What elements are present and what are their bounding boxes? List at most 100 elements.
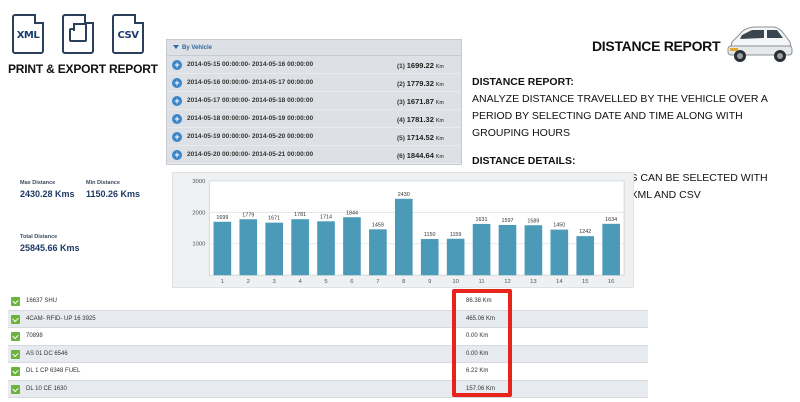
max-distance-value: 2430.28 Kms bbox=[20, 189, 75, 199]
desc1-body: ANALYZE DISTANCE TRAVELLED BY THE VEHICL… bbox=[472, 93, 768, 139]
xml-icon-label: XML bbox=[16, 30, 40, 41]
range-distance: (5) 1714.52 Km bbox=[397, 133, 444, 142]
expand-plus-icon[interactable]: + bbox=[172, 114, 182, 124]
printer-file-icon[interactable] bbox=[62, 14, 94, 54]
bar-data-label: 1631 bbox=[476, 217, 488, 223]
desc1-heading: DISTANCE REPORT: bbox=[472, 76, 574, 88]
x-tick-label: 14 bbox=[556, 279, 563, 285]
report-title: DISTANCE REPORT bbox=[592, 38, 721, 54]
printer-icon bbox=[69, 23, 87, 42]
range-distance: (2) 1779.32 Km bbox=[397, 79, 444, 88]
bar-data-label: 1242 bbox=[579, 229, 591, 235]
vehicle-checkbox[interactable] bbox=[11, 367, 20, 376]
vehicle-table: 16637 SHU 86.38 Km 4CAM- RFID- UP 16 3925 4… bbox=[8, 293, 648, 398]
range-distance-unit: Km bbox=[435, 64, 444, 70]
vehicle-name: DL 1 CP 6348 FUEL bbox=[26, 368, 81, 374]
bar-data-label: 1597 bbox=[501, 218, 513, 224]
bar-data-label: 1714 bbox=[320, 214, 332, 220]
table-row[interactable]: DL 10 CE 1630 157.06 Km bbox=[8, 380, 648, 398]
xml-file-icon[interactable]: XML bbox=[12, 14, 44, 54]
range-label: 2014-05-20 00:00:00- 2014-05-21 00:00:00 bbox=[187, 151, 314, 158]
csv-icon-label: CSV bbox=[117, 30, 139, 41]
vehicle-checkbox[interactable] bbox=[11, 297, 20, 306]
caret-down-icon bbox=[173, 45, 179, 50]
range-distance-value: 1781.32 bbox=[406, 115, 434, 124]
range-distance: (1) 1699.22 Km bbox=[397, 61, 444, 70]
x-tick-label: 11 bbox=[479, 279, 485, 285]
bar bbox=[213, 221, 232, 276]
range-distance-value: 1699.22 bbox=[406, 61, 434, 70]
bar-data-label: 1699 bbox=[216, 215, 228, 221]
distance-column-highlight bbox=[452, 289, 512, 397]
bar bbox=[498, 224, 517, 276]
range-label: 2014-05-19 00:00:00- 2014-05-20 00:00:00 bbox=[187, 133, 314, 140]
range-distance-value: 1779.32 bbox=[406, 79, 434, 88]
expand-plus-icon[interactable]: + bbox=[172, 150, 182, 160]
range-row[interactable]: +2014-05-17 00:00:00- 2014-05-18 00:00:0… bbox=[167, 92, 461, 110]
x-tick-label: 13 bbox=[530, 279, 537, 285]
max-distance-label: Max Distance bbox=[20, 180, 56, 186]
vehicle-name: 16637 SHU bbox=[26, 298, 58, 304]
desc2-heading: DISTANCE DETAILS: bbox=[472, 155, 576, 167]
max-distance-stat: Max Distance 2430.28 Kms bbox=[20, 180, 75, 199]
range-distance-value: 1844.64 bbox=[406, 151, 434, 160]
y-tick-label: 1000 bbox=[192, 242, 206, 248]
min-distance-stat: Min Distance 1150.26 Kms bbox=[86, 180, 140, 199]
vehicle-name: 70898 bbox=[26, 333, 43, 339]
vehicle-checkbox[interactable] bbox=[11, 332, 20, 341]
table-row[interactable]: 70898 0.00 Km bbox=[8, 328, 648, 346]
range-label: 2014-05-18 00:00:00- 2014-05-19 00:00:00 bbox=[187, 115, 314, 122]
range-index: (1) bbox=[397, 63, 405, 70]
range-distance-unit: Km bbox=[435, 154, 444, 160]
table-row[interactable]: AS 01 DC 6546 0.00 Km bbox=[8, 345, 648, 363]
vehicle-range-panel: By Vehicle +2014-05-15 00:00:00- 2014-05… bbox=[166, 39, 462, 165]
range-row[interactable]: +2014-05-20 00:00:00- 2014-05-21 00:00:0… bbox=[167, 146, 461, 164]
x-tick-label: 1 bbox=[221, 279, 224, 285]
vehicle-checkbox[interactable] bbox=[11, 349, 20, 359]
range-distance-unit: Km bbox=[435, 118, 444, 124]
x-tick-label: 3 bbox=[273, 279, 277, 285]
x-tick-label: 16 bbox=[608, 279, 615, 285]
distance-report-description: DISTANCE REPORT: ANALYZE DISTANCE TRAVEL… bbox=[472, 74, 792, 142]
range-row[interactable]: +2014-05-18 00:00:00- 2014-05-19 00:00:0… bbox=[167, 110, 461, 128]
bar bbox=[265, 222, 284, 276]
bar bbox=[291, 219, 309, 276]
table-row[interactable]: 16637 SHU 86.38 Km bbox=[8, 293, 648, 311]
x-tick-label: 15 bbox=[582, 279, 589, 285]
expand-plus-icon[interactable]: + bbox=[172, 96, 182, 106]
total-distance-value: 25845.66 Kms bbox=[20, 243, 80, 253]
bar bbox=[239, 219, 258, 276]
table-row[interactable]: 4CAM- RFID- UP 16 3925 465.06 Km bbox=[8, 310, 648, 328]
bar bbox=[420, 239, 439, 276]
vehicle-checkbox[interactable] bbox=[11, 384, 20, 394]
range-row[interactable]: +2014-05-19 00:00:00- 2014-05-20 00:00:0… bbox=[167, 128, 461, 146]
expand-plus-icon[interactable]: + bbox=[172, 78, 182, 88]
y-tick-label: 3000 bbox=[192, 179, 206, 185]
x-tick-label: 7 bbox=[376, 279, 379, 285]
bar bbox=[472, 223, 491, 276]
x-tick-label: 8 bbox=[402, 279, 406, 285]
panel-header[interactable]: By Vehicle bbox=[167, 40, 461, 56]
vehicle-name: 4CAM- RFID- UP 16 3925 bbox=[26, 315, 96, 322]
range-distance: (6) 1844.64 Km bbox=[397, 151, 444, 160]
bar-data-label: 1450 bbox=[553, 223, 565, 229]
total-distance-label: Total Distance bbox=[20, 234, 58, 240]
bar bbox=[602, 223, 620, 276]
table-row[interactable]: DL 1 CP 6348 FUEL 6.22 Km bbox=[8, 363, 648, 381]
bar bbox=[343, 217, 361, 276]
bar bbox=[550, 229, 569, 276]
range-row[interactable]: +2014-05-16 00:00:00- 2014-05-17 00:00:0… bbox=[167, 74, 461, 92]
range-distance: (4) 1781.32 Km bbox=[397, 115, 444, 124]
range-row[interactable]: +2014-05-15 00:00:00- 2014-05-16 00:00:0… bbox=[167, 56, 461, 74]
bar bbox=[369, 229, 387, 276]
car-icon bbox=[727, 26, 793, 62]
range-distance-value: 1671.87 bbox=[406, 97, 434, 106]
expand-plus-icon[interactable]: + bbox=[172, 60, 182, 70]
vehicle-checkbox[interactable] bbox=[11, 314, 20, 324]
csv-file-icon[interactable]: CSV bbox=[112, 14, 144, 54]
bar-data-label: 1159 bbox=[450, 232, 462, 238]
expand-plus-icon[interactable]: + bbox=[172, 132, 182, 142]
x-tick-label: 9 bbox=[428, 279, 431, 285]
bar-data-label: 2430 bbox=[398, 192, 410, 198]
x-tick-label: 2 bbox=[247, 279, 250, 285]
